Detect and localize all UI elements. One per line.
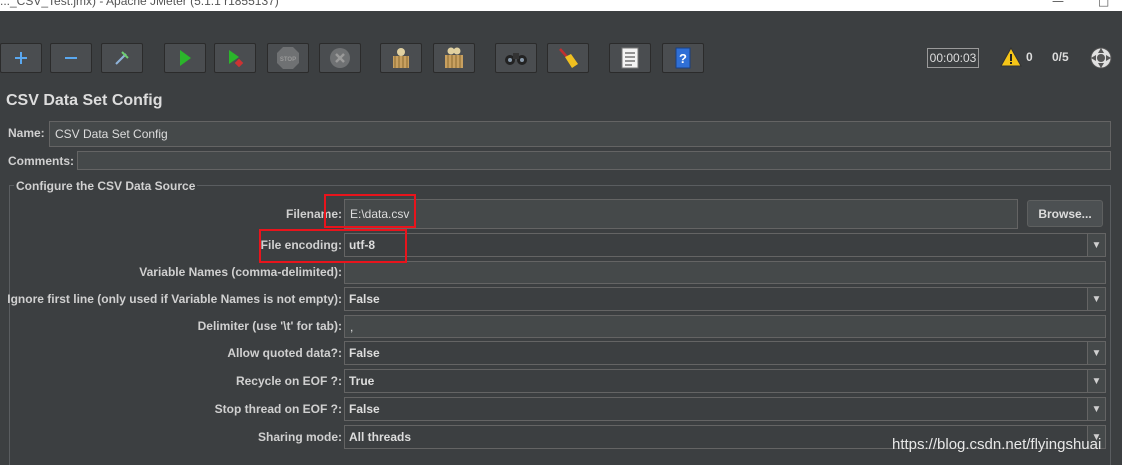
chevron-down-icon[interactable]: ▼ xyxy=(1087,398,1105,420)
svg-text:?: ? xyxy=(679,51,687,66)
add-button[interactable] xyxy=(0,43,42,73)
recycle-eof-label: Recycle on EOF ?: xyxy=(235,374,342,388)
maximize-button[interactable]: □ xyxy=(1098,0,1109,8)
chevron-down-icon[interactable]: ▼ xyxy=(1087,234,1105,256)
clear-button[interactable] xyxy=(380,43,422,73)
shutdown-icon xyxy=(329,47,351,69)
stop-thread-eof-select[interactable]: False ▼ xyxy=(344,397,1106,421)
elapsed-timer: 00:00:03 xyxy=(927,48,979,68)
allow-quoted-select[interactable]: False ▼ xyxy=(344,341,1106,365)
recycle-eof-value: True xyxy=(349,374,375,388)
window-title-bar: ..._CSV_Test.jmx) - Apache JMeter (5.1.1… xyxy=(0,0,1122,11)
start-icon xyxy=(177,49,193,67)
shutdown-button[interactable] xyxy=(319,43,361,73)
start-button[interactable] xyxy=(164,43,206,73)
start-no-pause-button[interactable] xyxy=(214,43,256,73)
help-button[interactable]: ? xyxy=(662,43,704,73)
clear-icon xyxy=(389,46,413,70)
recycle-eof-select[interactable]: True ▼ xyxy=(344,369,1106,393)
reset-search-button[interactable] xyxy=(547,43,589,73)
delimiter-field[interactable]: , xyxy=(344,315,1106,338)
menu-bar xyxy=(0,11,1122,38)
filename-field[interactable]: E:\data.csv xyxy=(344,199,1018,229)
clear-all-icon xyxy=(442,46,466,70)
stop-thread-eof-value: False xyxy=(349,402,380,416)
stop-button[interactable]: STOP xyxy=(267,43,309,73)
name-field[interactable]: CSV Data Set Config xyxy=(49,121,1111,147)
comments-label: Comments: xyxy=(8,154,75,168)
file-encoding-select[interactable]: utf-8 ▼ xyxy=(344,233,1106,257)
ignore-first-line-label: Ignore first line (only used if Variable… xyxy=(7,292,342,306)
active-thread-count: 0/5 xyxy=(1052,50,1069,64)
annotation-box-filename xyxy=(324,194,416,228)
chevron-down-icon[interactable]: ▼ xyxy=(1087,288,1105,310)
sharing-mode-label: Sharing mode: xyxy=(257,430,342,444)
group-title: Configure the CSV Data Source xyxy=(14,179,198,193)
watermark: https://blog.csdn.net/flyingshuai xyxy=(892,436,1102,453)
reset-search-broom-icon xyxy=(556,46,580,70)
minus-icon xyxy=(63,50,79,66)
plus-icon xyxy=(13,50,29,66)
page-title: CSV Data Set Config xyxy=(6,92,163,109)
wand-icon xyxy=(112,48,132,68)
comments-field[interactable] xyxy=(77,151,1111,170)
stop-thread-eof-label: Stop thread on EOF ?: xyxy=(214,402,342,416)
annotation-box-encoding xyxy=(259,229,407,263)
window-title: ..._CSV_Test.jmx) - Apache JMeter (5.1.1… xyxy=(0,0,279,8)
svg-text:STOP: STOP xyxy=(280,57,296,63)
allow-quoted-value: False xyxy=(349,346,380,360)
search-button[interactable] xyxy=(495,43,537,73)
chevron-down-icon[interactable]: ▼ xyxy=(1087,370,1105,392)
toggle-button[interactable] xyxy=(101,43,143,73)
remove-button[interactable] xyxy=(50,43,92,73)
browse-button[interactable]: Browse... xyxy=(1027,200,1103,227)
function-helper-icon xyxy=(620,47,640,69)
stop-icon: STOP xyxy=(276,46,300,70)
variable-names-field[interactable] xyxy=(344,261,1106,284)
function-helper-button[interactable] xyxy=(609,43,651,73)
sharing-mode-value: All threads xyxy=(349,430,412,444)
allow-quoted-label: Allow quoted data?: xyxy=(227,346,342,360)
variable-names-label: Variable Names (comma-delimited): xyxy=(139,265,342,279)
warning-count: 0 xyxy=(1026,50,1033,64)
delimiter-label: Delimiter (use '\t' for tab): xyxy=(197,319,342,333)
chevron-down-icon[interactable]: ▼ xyxy=(1087,342,1105,364)
ignore-first-line-select[interactable]: False ▼ xyxy=(344,287,1106,311)
remote-status-icon[interactable] xyxy=(1089,46,1113,74)
warning-icon[interactable] xyxy=(1000,46,1022,71)
ignore-first-line-value: False xyxy=(349,292,380,306)
clear-all-button[interactable] xyxy=(433,43,475,73)
minimize-button[interactable]: — xyxy=(1052,0,1064,8)
name-label: Name: xyxy=(8,126,45,140)
help-icon: ? xyxy=(673,47,693,69)
search-binoculars-icon xyxy=(504,49,528,67)
start-no-pause-icon xyxy=(226,49,244,67)
toolbar: STOP ? 00:00:03 0 0/5 xyxy=(0,38,1122,86)
